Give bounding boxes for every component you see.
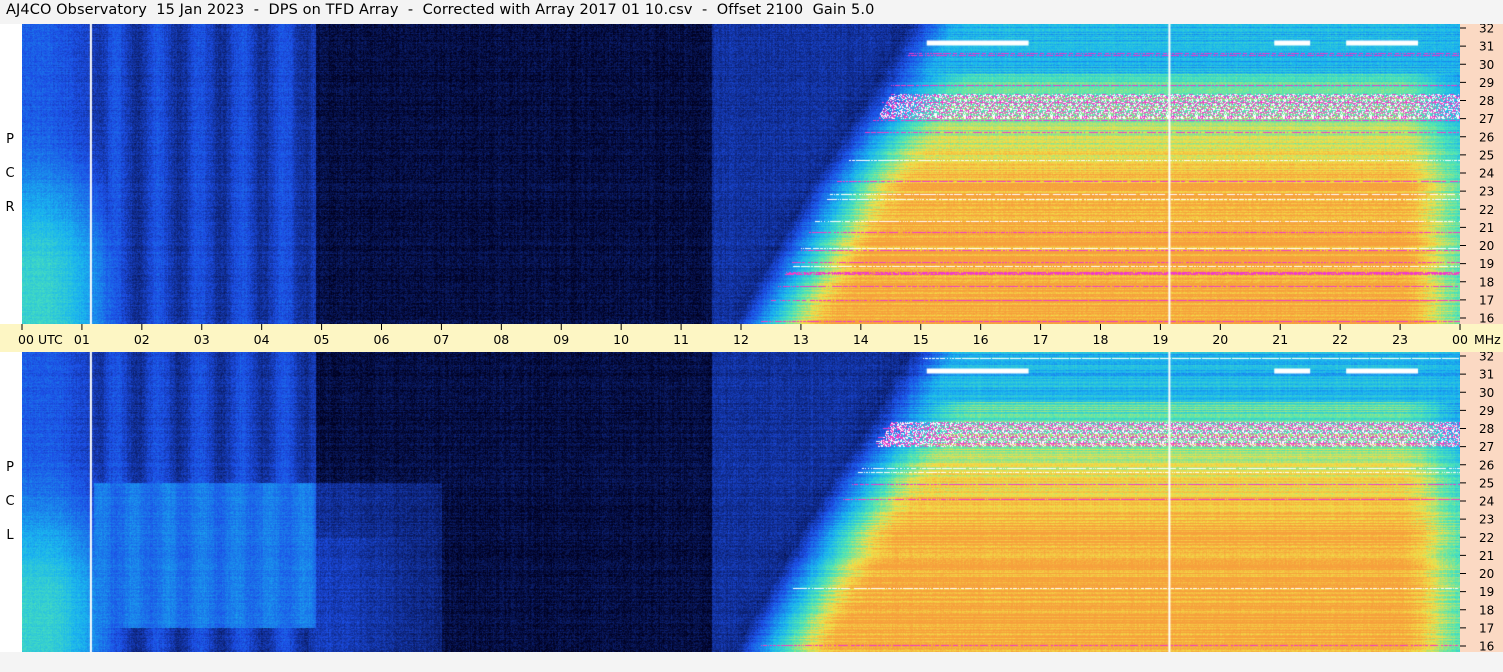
utc-tick-label: 17 <box>1033 332 1049 347</box>
mhz-tick-label: 19 <box>1479 257 1494 271</box>
mhz-tick-label: 17 <box>1479 621 1494 635</box>
utc-tick-label: 16 <box>973 332 989 347</box>
utc-time-axis-svg: 00 01 02 03 04 05 06 07 08 09 10 11 12 13 14 15 16 17 18 19… <box>18 324 1501 347</box>
utc-tick-label: 22 <box>1332 332 1348 347</box>
polarization-letter: R <box>5 200 15 215</box>
utc-tick-label: 21 <box>1272 332 1288 347</box>
polarization-letter: P <box>6 132 14 147</box>
utc-tick-label: 19 <box>1152 332 1168 347</box>
utc-tick-label: 08 <box>493 332 509 347</box>
utc-tick-label: 06 <box>374 332 390 347</box>
mhz-tick-label: 26 <box>1479 130 1494 144</box>
mhz-tick-label: 28 <box>1479 422 1494 436</box>
mhz-tick-label: 19 <box>1479 585 1494 599</box>
mhz-tick-label: 27 <box>1479 440 1494 454</box>
rcp-frequency-axis-svg: 32 31 30 29 28 27 26 25 24 23 22 21 20 19 18 17 16 <box>1460 24 1494 325</box>
mhz-tick-label: 20 <box>1479 239 1494 253</box>
rcp-frequency-axis: 32 31 30 29 28 27 26 25 24 23 22 21 20 19 18 17 16 <box>1460 24 1503 324</box>
mhz-tick-label: 29 <box>1479 404 1494 418</box>
utc-tick-label: 10 <box>613 332 629 347</box>
utc-tick-label: 00 <box>1452 332 1468 347</box>
utc-tick-label: 13 <box>793 332 809 347</box>
polarization-letter: L <box>6 528 14 543</box>
mhz-tick-label: 30 <box>1479 58 1494 72</box>
lcp-polarization-label: P C L <box>0 352 22 652</box>
polarization-letter: C <box>5 494 15 509</box>
mhz-tick-label: 22 <box>1479 531 1494 545</box>
utc-tick-label: 02 <box>134 332 150 347</box>
lcp-spectrogram <box>22 352 1460 652</box>
mhz-tick-label: 18 <box>1479 603 1494 617</box>
mhz-tick-label: 28 <box>1479 94 1494 108</box>
utc-tick-label: 23 <box>1392 332 1408 347</box>
mhz-tick-label: 25 <box>1479 476 1494 490</box>
mhz-tick-label: 22 <box>1479 203 1494 217</box>
mhz-tick-label: 23 <box>1479 185 1494 199</box>
mhz-tick-label: 18 <box>1479 275 1494 289</box>
mhz-tick-label: 21 <box>1479 549 1494 563</box>
mhz-tick-label: 32 <box>1479 352 1494 364</box>
mhz-tick-label: 23 <box>1479 513 1494 527</box>
utc-tick-label: 03 <box>194 332 210 347</box>
lcp-frequency-axis: 32 31 30 29 28 27 26 25 24 23 22 21 20 19 18 17 16 <box>1460 352 1503 652</box>
mhz-tick-label: 31 <box>1479 368 1494 382</box>
utc-tick-label: 01 <box>74 332 90 347</box>
utc-tick-label: 09 <box>553 332 569 347</box>
utc-tick-label: 04 <box>254 332 270 347</box>
mhz-unit-label: MHz <box>1474 332 1501 347</box>
utc-tick-label: 07 <box>433 332 449 347</box>
chart-title: AJ4CO Observatory 15 Jan 2023 - DPS on T… <box>6 2 875 18</box>
mhz-tick-label: 30 <box>1479 386 1494 400</box>
polarization-letter: C <box>5 166 15 181</box>
mhz-tick-label: 16 <box>1479 312 1494 325</box>
mhz-tick-label: 29 <box>1479 76 1494 90</box>
rcp-spectrogram <box>22 24 1460 324</box>
utc-tick-label: 00 <box>18 332 34 347</box>
utc-tick-label: 11 <box>673 332 689 347</box>
polarization-letter: P <box>6 460 14 475</box>
mhz-tick-label: 16 <box>1479 640 1494 653</box>
mhz-tick-label: 24 <box>1479 167 1494 181</box>
utc-tick-label: 18 <box>1093 332 1109 347</box>
utc-tick-label: 05 <box>314 332 330 347</box>
utc-time-axis: 00 01 02 03 04 05 06 07 08 09 10 11 12 13 14 15 16 17 18 19… <box>0 324 1503 352</box>
mhz-tick-label: 31 <box>1479 40 1494 54</box>
mhz-tick-label: 17 <box>1479 293 1494 307</box>
mhz-tick-label: 32 <box>1479 24 1494 36</box>
rcp-polarization-label: P C R <box>0 24 22 324</box>
utc-tick-label: 15 <box>913 332 929 347</box>
mhz-tick-label: 21 <box>1479 221 1494 235</box>
lcp-frequency-axis-svg: 32 31 30 29 28 27 26 25 24 23 22 21 20 19 18 17 16 <box>1460 352 1494 653</box>
utc-tick-label: 14 <box>853 332 869 347</box>
mhz-tick-label: 27 <box>1479 112 1494 126</box>
mhz-tick-label: 26 <box>1479 458 1494 472</box>
utc-unit-label: UTC <box>38 332 63 347</box>
utc-tick-label: 20 <box>1212 332 1228 347</box>
utc-tick-label: 12 <box>733 332 749 347</box>
mhz-tick-label: 25 <box>1479 148 1494 162</box>
mhz-tick-label: 20 <box>1479 567 1494 581</box>
mhz-tick-label: 24 <box>1479 495 1494 509</box>
